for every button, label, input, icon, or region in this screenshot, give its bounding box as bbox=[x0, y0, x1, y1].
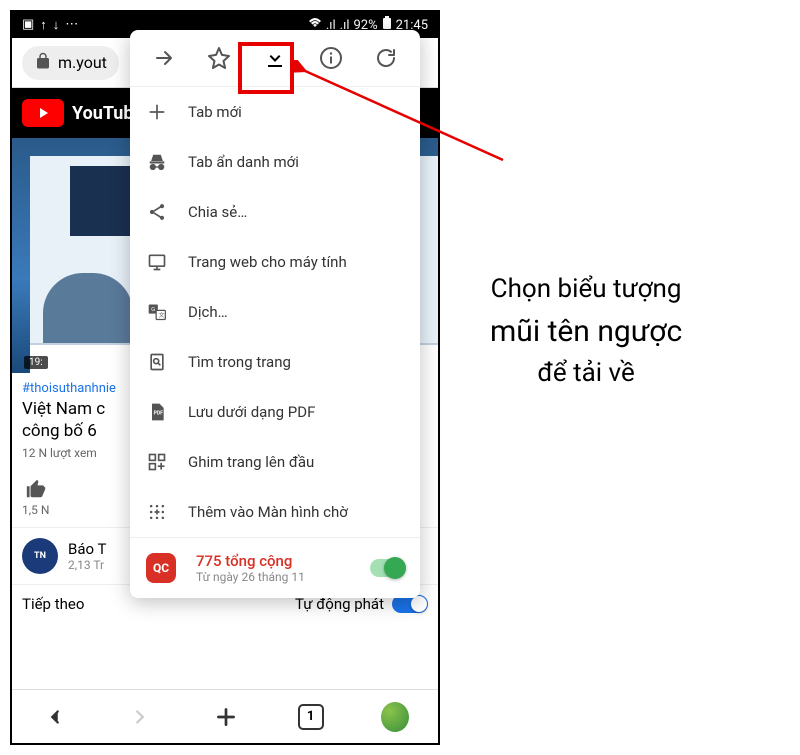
menu-translate[interactable]: G文 Dịch… bbox=[130, 287, 420, 337]
pdf-icon: PDF bbox=[146, 401, 168, 423]
menu-pin[interactable]: Ghim trang lên đầu bbox=[130, 437, 420, 487]
translate-icon: G文 bbox=[146, 301, 168, 323]
qc-badge-icon: QC bbox=[146, 553, 176, 583]
menu-ads-blocked[interactable]: QC 775 tổng cộng Từ ngày 26 tháng 11 bbox=[130, 537, 420, 598]
menu-desktop-site[interactable]: Trang web cho máy tính bbox=[130, 237, 420, 287]
like-button[interactable]: 1,5 N bbox=[22, 478, 49, 517]
like-count: 1,5 N bbox=[22, 503, 49, 517]
status-left-icons: ▣ ↑ ↓ ⋯ bbox=[22, 17, 78, 33]
menu-share[interactable]: Chia sẻ… bbox=[130, 187, 420, 237]
annotation-arrow bbox=[293, 60, 513, 170]
ads-count: 775 tổng cộng bbox=[196, 552, 305, 570]
menu-save-pdf[interactable]: PDF Lưu dưới dạng PDF bbox=[130, 387, 420, 437]
ads-date: Từ ngày 26 tháng 11 bbox=[196, 570, 305, 584]
add-home-icon bbox=[146, 501, 168, 523]
pin-icon bbox=[146, 451, 168, 473]
coccoc-button[interactable] bbox=[381, 703, 409, 731]
svg-text:G: G bbox=[151, 307, 155, 313]
url-pill[interactable]: m.yout bbox=[22, 46, 119, 80]
forward-icon[interactable] bbox=[150, 44, 178, 72]
plus-icon bbox=[146, 101, 168, 123]
youtube-brand-text: YouTub bbox=[72, 103, 134, 124]
incognito-icon bbox=[146, 151, 168, 173]
share-icon bbox=[146, 201, 168, 223]
video-timestamp: 19: bbox=[24, 356, 48, 369]
lock-icon bbox=[34, 52, 52, 74]
channel-subs: 2,13 Tr bbox=[68, 558, 106, 572]
svg-text:PDF: PDF bbox=[154, 411, 163, 417]
desktop-icon bbox=[146, 251, 168, 273]
back-button[interactable] bbox=[41, 703, 69, 731]
channel-avatar: TN bbox=[22, 538, 58, 574]
up-next-label: Tiếp theo bbox=[22, 595, 84, 613]
channel-name: Báo T bbox=[68, 540, 106, 558]
url-text: m.yout bbox=[58, 53, 107, 72]
new-tab-button[interactable] bbox=[212, 703, 240, 731]
menu-find[interactable]: Tìm trong trang bbox=[130, 337, 420, 387]
tabs-button[interactable]: 1 bbox=[298, 704, 324, 730]
forward-button[interactable] bbox=[126, 703, 154, 731]
star-icon[interactable] bbox=[205, 44, 233, 72]
upload-icon: ↑ bbox=[40, 17, 47, 33]
highlight-box bbox=[238, 42, 294, 94]
svg-text:文: 文 bbox=[159, 311, 165, 319]
download-icon: ↓ bbox=[53, 17, 60, 33]
find-in-page-icon bbox=[146, 351, 168, 373]
annotation-text: Chọn biểu tượng mũi tên ngược để tải về bbox=[490, 270, 682, 393]
more-icon: ⋯ bbox=[65, 17, 78, 33]
adblock-toggle[interactable] bbox=[370, 559, 404, 577]
bottom-nav: 1 bbox=[12, 689, 438, 743]
camera-icon: ▣ bbox=[22, 17, 34, 33]
menu-add-home[interactable]: Thêm vào Màn hình chờ bbox=[130, 487, 420, 537]
youtube-logo-icon[interactable] bbox=[22, 99, 64, 127]
